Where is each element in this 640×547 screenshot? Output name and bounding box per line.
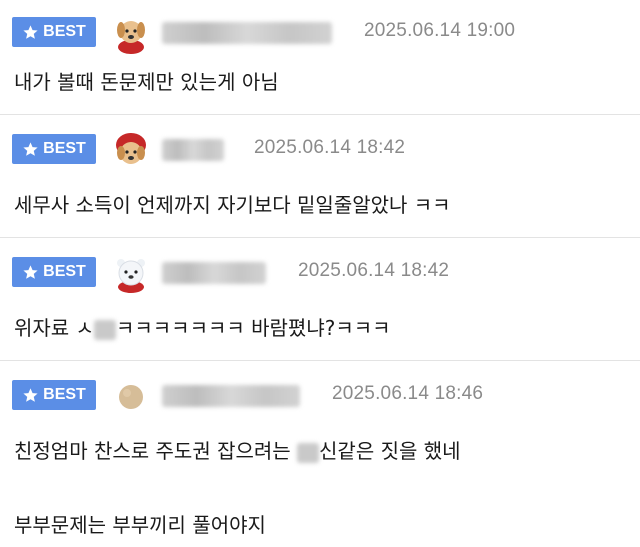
nickname-redacted bbox=[162, 139, 224, 161]
puppy-red-hood-icon[interactable] bbox=[110, 131, 152, 171]
nickname-redacted bbox=[162, 22, 332, 44]
comment-header: BEST 2025.06.14 18:42 bbox=[12, 254, 632, 294]
polar-bear-icon[interactable] bbox=[110, 254, 152, 294]
comment-header: BEST 2025.06.14 18:46 bbox=[12, 377, 632, 417]
best-badge: BEST bbox=[12, 17, 96, 47]
best-badge-label: BEST bbox=[43, 23, 86, 40]
comment-time: 2025.06.14 18:42 bbox=[298, 260, 450, 281]
redacted-word bbox=[297, 442, 320, 463]
beige-circle-icon[interactable] bbox=[110, 377, 152, 417]
puppy-icon[interactable] bbox=[110, 14, 152, 54]
star-icon bbox=[23, 24, 38, 39]
comment-text-part: 위자료 ㅅ bbox=[14, 316, 94, 340]
comment-item: BEST 2025.06.14 18:42 위자료 ㅅㅋㅋㅋㅋㅋㅋㅋ 바람폈냐?… bbox=[0, 238, 640, 361]
comment-text-part: 친정엄마 찬스로 주도권 잡으려는 bbox=[14, 439, 298, 463]
best-badge: BEST bbox=[12, 380, 96, 410]
comment-text: 친정엄마 찬스로 주도권 잡으려는 신같은 짓을 했네 bbox=[14, 435, 461, 464]
comment-text: 위자료 ㅅㅋㅋㅋㅋㅋㅋㅋ 바람폈냐?ㅋㅋㅋ bbox=[14, 312, 391, 341]
comment-text: 세무사 소득이 언제까지 자기보다 밑일줄알았나 ㅋㅋ bbox=[14, 193, 451, 217]
comment-header: BEST 2025.06.14 18:42 bbox=[12, 131, 632, 171]
comment-text-line2: 부부문제는 부부끼리 풀어야지 bbox=[14, 513, 266, 537]
comment-item: BEST 2025.06.14 18:42 세무사 소득이 언제까지 자기보다 … bbox=[0, 115, 640, 238]
best-badge: BEST bbox=[12, 257, 96, 287]
best-badge-label: BEST bbox=[43, 386, 86, 403]
star-icon bbox=[23, 264, 38, 279]
comment-item: BEST 2025.06.14 19:00 내가 볼때 돈문제만 있는게 아님 bbox=[0, 0, 640, 115]
comment-text-part: 신같은 짓을 했네 bbox=[319, 439, 461, 463]
comment-text-part: ㅋㅋㅋㅋㅋㅋㅋ 바람폈냐?ㅋㅋㅋ bbox=[115, 316, 391, 340]
nickname-redacted bbox=[162, 262, 266, 284]
star-icon bbox=[23, 141, 38, 156]
nickname-redacted bbox=[162, 385, 300, 407]
best-badge: BEST bbox=[12, 134, 96, 164]
star-icon bbox=[23, 387, 38, 402]
comment-time: 2025.06.14 19:00 bbox=[364, 20, 516, 41]
redacted-word bbox=[93, 319, 116, 340]
comment-time: 2025.06.14 18:42 bbox=[254, 137, 406, 158]
comment-time: 2025.06.14 18:46 bbox=[332, 383, 484, 404]
comment-header: BEST 2025.06.14 19:00 bbox=[12, 14, 632, 54]
comment-item: BEST 2025.06.14 18:46 친정엄마 찬스로 주도권 잡으려는 … bbox=[0, 361, 640, 547]
best-badge-label: BEST bbox=[43, 140, 86, 157]
best-badge-label: BEST bbox=[43, 263, 86, 280]
comment-text: 내가 볼때 돈문제만 있는게 아님 bbox=[14, 70, 279, 94]
